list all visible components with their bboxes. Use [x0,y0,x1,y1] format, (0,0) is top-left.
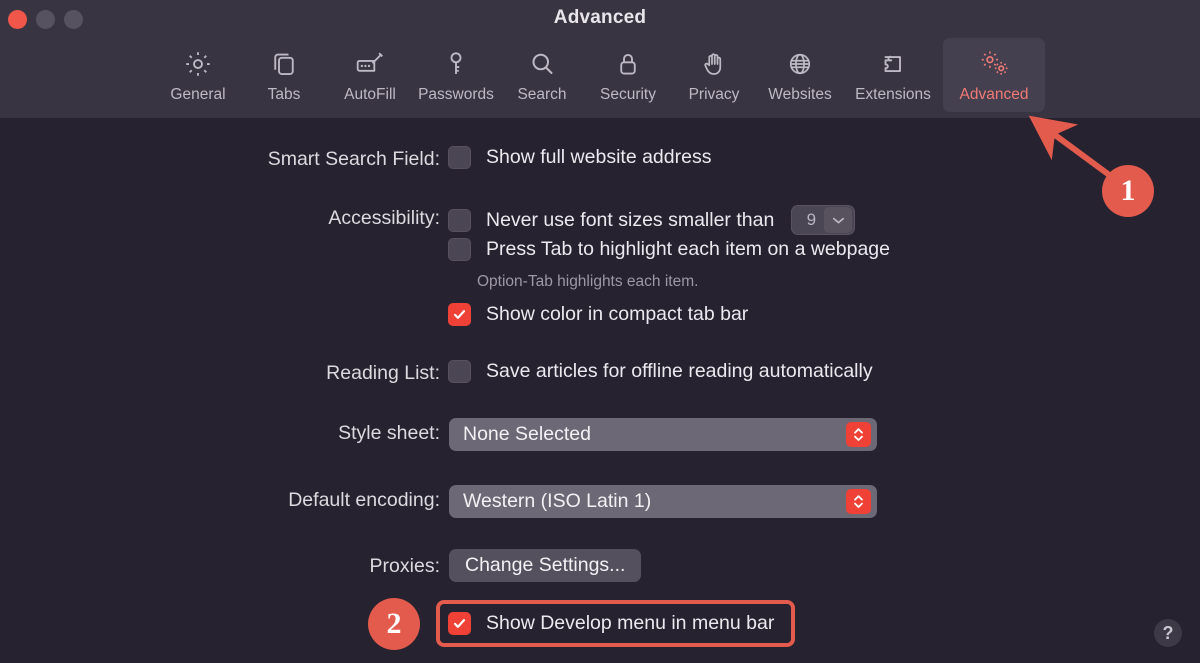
press-tab-hint-row: Option-Tab highlights each item. [477,273,698,291]
tab-label: Security [600,86,656,104]
never-use-font-sizes-label: Never use font sizes smaller than [486,209,774,232]
save-articles-offline-label: Save articles for offline reading automa… [486,360,873,383]
tabs-icon [269,45,299,83]
reading-list-label: Reading List: [0,362,440,385]
help-button[interactable]: ? [1154,619,1182,647]
default-encoding-label: Default encoding: [0,489,440,512]
puzzle-icon [878,45,908,83]
save-articles-offline-checkbox[interactable] [448,360,471,383]
press-tab-highlight-row[interactable]: Press Tab to highlight each item on a we… [448,238,890,261]
annotation-arrow-1 [1020,105,1200,235]
tab-passwords[interactable]: Passwords [413,38,499,112]
tab-tabs[interactable]: Tabs [241,38,327,112]
tab-advanced[interactable]: Advanced [943,38,1045,112]
press-tab-highlight-label: Press Tab to highlight each item on a we… [486,238,890,261]
default-encoding-popup-button[interactable]: Western (ISO Latin 1) [449,485,877,518]
tab-label: Advanced [960,86,1029,104]
style-sheet-label: Style sheet: [0,422,440,445]
tab-extensions[interactable]: Extensions [843,38,943,112]
default-encoding-value: Western (ISO Latin 1) [463,490,651,513]
key-icon [441,45,471,83]
titlebar: Advanced General [0,0,1200,118]
tab-label: Passwords [418,86,494,104]
tab-websites[interactable]: Websites [757,38,843,112]
annotation-highlight-develop-menu [436,600,795,647]
show-color-compact-tab-label: Show color in compact tab bar [486,303,748,326]
tab-label: General [170,86,225,104]
annotation-marker-2: 2 [368,598,420,650]
lock-icon [613,45,643,83]
tab-search[interactable]: Search [499,38,585,112]
tab-security[interactable]: Security [585,38,671,112]
window-title: Advanced [0,7,1200,29]
press-tab-hint-text: Option-Tab highlights each item. [477,273,698,291]
style-sheet-value: None Selected [463,423,591,446]
show-color-compact-tab-row[interactable]: Show color in compact tab bar [448,303,748,326]
globe-icon [785,45,815,83]
style-sheet-popup-button[interactable]: None Selected [449,418,877,451]
show-full-website-address-label: Show full website address [486,146,711,169]
updown-chevron-icon[interactable] [846,489,871,514]
tab-autofill[interactable]: AutoFill [327,38,413,112]
tab-privacy[interactable]: Privacy [671,38,757,112]
chevron-down-icon[interactable] [824,207,852,233]
show-full-website-address-row[interactable]: Show full website address [448,146,711,169]
annotation-marker-1: 1 [1102,165,1154,217]
gear-icon [183,45,213,83]
never-use-font-sizes-row[interactable]: Never use font sizes smaller than 9 [448,205,855,235]
change-proxy-settings-label: Change Settings... [465,554,625,577]
tab-label: Extensions [855,86,931,104]
smart-search-field-label: Smart Search Field: [0,148,440,171]
minimum-font-size-stepper[interactable]: 9 [791,205,855,235]
hand-icon [699,45,729,83]
show-full-website-address-checkbox[interactable] [448,146,471,169]
updown-chevron-icon[interactable] [846,422,871,447]
preferences-toolbar: General Tabs [0,38,1200,114]
press-tab-highlight-checkbox[interactable] [448,238,471,261]
safari-advanced-preferences-window: Advanced General [0,0,1200,663]
tab-label: Websites [768,86,831,104]
tab-label: Privacy [689,86,740,104]
tab-label: Tabs [268,86,301,104]
change-proxy-settings-button[interactable]: Change Settings... [449,549,641,582]
tab-label: AutoFill [344,86,396,104]
double-gear-icon [976,45,1012,83]
proxies-label: Proxies: [0,555,440,578]
never-use-font-sizes-checkbox[interactable] [448,209,471,232]
tab-general[interactable]: General [155,38,241,112]
minimum-font-size-value: 9 [800,210,822,230]
show-color-compact-tab-checkbox[interactable] [448,303,471,326]
accessibility-label: Accessibility: [0,207,440,230]
magnifier-icon [527,45,557,83]
autofill-icon [354,45,386,83]
tab-label: Search [517,86,566,104]
save-articles-offline-row[interactable]: Save articles for offline reading automa… [448,360,873,383]
